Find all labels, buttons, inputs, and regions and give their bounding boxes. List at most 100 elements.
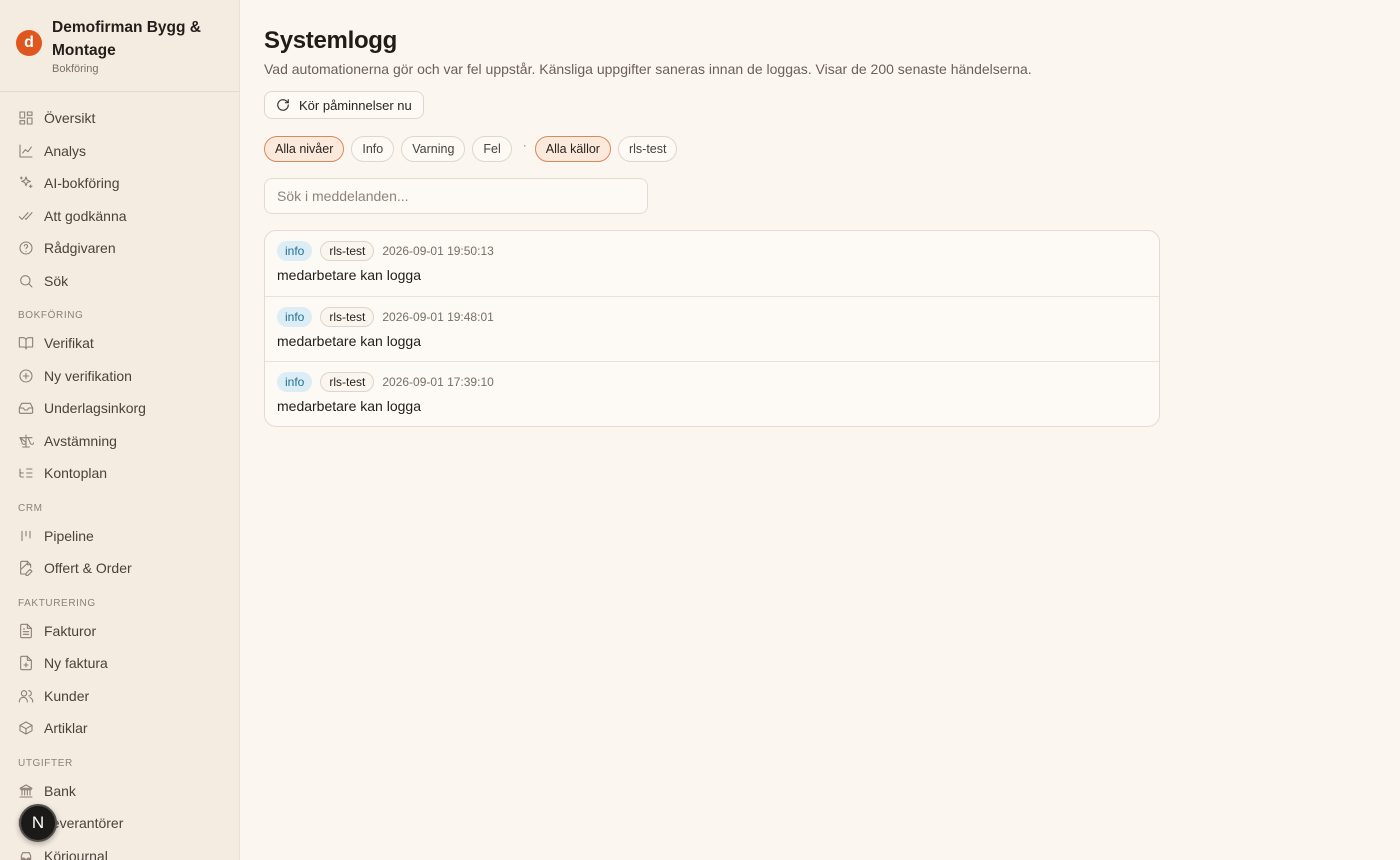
sidebar-item-korjournal[interactable]: Körjournal [0, 840, 239, 860]
file-plus-icon [18, 655, 34, 671]
company-subtitle: Bokföring [52, 63, 99, 75]
company-logo: d [16, 30, 42, 56]
sidebar-item-pipeline[interactable]: Pipeline [0, 520, 239, 553]
car-icon [18, 848, 34, 860]
users-icon [18, 688, 34, 704]
sidebar-item-fakturor[interactable]: Fakturor [0, 615, 239, 648]
sidebar-section-bokforing: BOKFÖRING [18, 310, 84, 321]
sidebar-item-label: Ny verifikation [44, 367, 132, 384]
sidebar-item-label: Pipeline [44, 527, 94, 544]
plus-circle-icon [18, 368, 34, 384]
log-message: medarbetare kan logga [277, 333, 421, 349]
log-message: medarbetare kan logga [277, 398, 421, 414]
filter-chips: Alla nivåer Info Varning Fel · Alla källor rls… [264, 136, 1400, 162]
file-edit-icon [18, 560, 34, 577]
search-icon [18, 273, 34, 289]
level-filter-info[interactable]: Info [351, 136, 395, 162]
sidebar-item-bank[interactable]: Bank [0, 775, 239, 808]
sidebar-item-label: Rådgivaren [44, 240, 116, 257]
sidebar-item-label: Bank [44, 782, 76, 799]
log-meta: info rls-test 2026-09-01 17:39:10 [277, 372, 1147, 392]
sidebar-item-label: Ny faktura [44, 655, 108, 672]
source-filter-alla-kallor[interactable]: Alla källor [534, 136, 611, 162]
sidebar-item-underlagsinkorg[interactable]: Underlagsinkorg [0, 392, 239, 425]
sidebar-section-utgifter: UTGIFTER [18, 757, 73, 769]
sidebar-item-label: Analys [44, 142, 87, 159]
run-reminders-label: Kör påminnelser nu [299, 97, 412, 113]
log-source-badge: rls-test [320, 372, 375, 392]
log-meta: info rls-test 2026-09-01 19:50:13 [277, 241, 1147, 261]
inbox-icon [18, 400, 34, 416]
sidebar-item-ny-verifikation[interactable]: Ny verifikation [0, 360, 239, 393]
file-text-icon [18, 623, 34, 639]
log-list: info rls-test 2026-09-01 19:50:13 medarbeta… [264, 230, 1160, 427]
sidebar-item-label: Underlagsinkorg [44, 400, 146, 417]
refresh-icon [277, 99, 289, 111]
chart-line-icon [18, 143, 34, 159]
log-timestamp: 2026-09-01 19:48:01 [382, 310, 494, 324]
sidebar-item-label: Offert & Order [44, 560, 132, 577]
brand-text: Demofirman Bygg & Montage Bokföring [52, 16, 223, 75]
page-title: Systemlogg [264, 27, 398, 54]
help-circle-icon [18, 240, 34, 256]
sidebar-item-ny-faktura[interactable]: Ny faktura [0, 647, 239, 680]
nextjs-dev-badge[interactable]: N [19, 804, 57, 842]
list-tree-icon [18, 465, 34, 481]
log-timestamp: 2026-09-01 17:39:10 [382, 375, 494, 389]
brand-header[interactable]: d Demofirman Bygg & Montage Bokföring [0, 0, 239, 92]
sidebar-item-offert-and-order[interactable]: Offert & Order [0, 552, 239, 585]
scale-icon [18, 433, 34, 449]
double-check-icon [18, 208, 34, 224]
sidebar-section-crm: CRM [18, 502, 43, 514]
sidebar-item-label: Fakturor [44, 622, 97, 639]
run-reminders-button[interactable]: Kör påminnelser nu [264, 91, 424, 119]
log-source-badge: rls-test [320, 307, 375, 327]
sidebar-item-label: Översikt [44, 110, 96, 127]
sidebar-item-label: Att godkänna [44, 207, 127, 224]
level-filter-varning[interactable]: Varning [401, 136, 466, 162]
sidebar-nav: Översikt Analys AI-bokföring Att godkänna Rå… [0, 92, 239, 860]
sidebar-item-label: Avstämning [44, 432, 117, 449]
log-meta: info rls-test 2026-09-01 19:48:01 [277, 307, 1147, 327]
log-source-badge: rls-test [320, 241, 375, 261]
sidebar-item-ai-bokforing[interactable]: AI-bokföring [0, 167, 239, 200]
log-entry: info rls-test 2026-09-01 19:50:13 medarbeta… [265, 231, 1159, 296]
level-filter-alla-nivaer[interactable]: Alla nivåer [264, 136, 345, 162]
sidebar-section-fakturering: FAKTURERING [18, 597, 96, 609]
source-filter-rls-test[interactable]: rls-test [617, 136, 678, 162]
kanban-icon [18, 528, 34, 544]
bank-icon [18, 783, 34, 799]
sidebar-item-kunder[interactable]: Kunder [0, 680, 239, 713]
sidebar-item-verifikat[interactable]: Verifikat [0, 327, 239, 360]
sidebar-item-label: Sök [44, 272, 69, 289]
sidebar: d Demofirman Bygg & Montage Bokföring Öv… [0, 0, 240, 860]
sidebar-item-label: Körjournal [44, 847, 108, 860]
log-entry: info rls-test 2026-09-01 17:39:10 medarbeta… [265, 361, 1159, 426]
sidebar-item-label: AI-bokföring [44, 175, 120, 192]
log-timestamp: 2026-09-01 19:50:13 [382, 244, 494, 258]
main-content: Systemlogg Vad automationerna gör och va… [264, 0, 1400, 427]
level-filter-fel[interactable]: Fel [472, 136, 512, 162]
sidebar-item-label: Verifikat [44, 335, 94, 352]
package-icon [18, 720, 34, 736]
sidebar-item-label: Artiklar [44, 720, 88, 737]
sidebar-item-sok[interactable]: Sök [0, 265, 239, 298]
sidebar-item-analys[interactable]: Analys [0, 135, 239, 168]
sparkles-icon [18, 175, 34, 191]
sidebar-item-radgivaren[interactable]: Rådgivaren [0, 232, 239, 265]
sidebar-item-att-godkanna[interactable]: Att godkänna [0, 200, 239, 233]
company-name: Demofirman Bygg & Montage [52, 19, 201, 59]
sidebar-item-artiklar[interactable]: Artiklar [0, 712, 239, 745]
sidebar-item-kontoplan[interactable]: Kontoplan [0, 457, 239, 490]
sidebar-item-avstamning[interactable]: Avstämning [0, 425, 239, 458]
log-level-badge: info [277, 241, 313, 261]
log-level-badge: info [277, 307, 313, 327]
sidebar-item-label: Kontoplan [44, 465, 108, 482]
sidebar-item-oversikt[interactable]: Översikt [0, 102, 239, 135]
log-level-badge: info [277, 372, 313, 392]
search-input[interactable] [264, 178, 648, 214]
sidebar-item-label: Kunder [44, 687, 90, 704]
page-description: Vad automationerna gör och var fel uppst… [264, 61, 1032, 77]
log-message: medarbetare kan logga [277, 267, 421, 283]
grid-icon [18, 110, 34, 126]
